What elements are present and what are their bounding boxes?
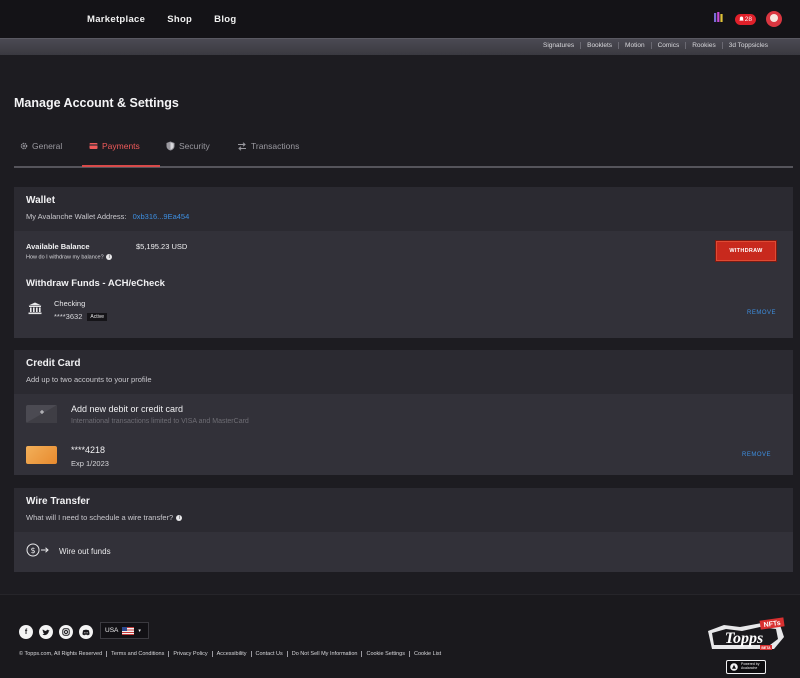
wallet-balance-section: Available Balance $5,195.23 USD How do I… xyxy=(14,231,793,338)
powered-by-avalanche-badge: Powered by Avalanche xyxy=(726,660,766,674)
subnav-comics[interactable]: Comics xyxy=(652,42,687,49)
page-title: Manage Account & Settings xyxy=(14,96,179,110)
add-card-icon xyxy=(26,405,57,423)
credit-card-title: Credit Card xyxy=(26,358,81,369)
withdraw-help-text: How do I withdraw my balance? xyxy=(26,254,104,261)
wire-title: Wire Transfer xyxy=(26,496,90,507)
nav-marketplace[interactable]: Marketplace xyxy=(87,14,145,25)
info-icon: i xyxy=(106,254,113,260)
wallet-address-label: My Avalanche Wallet Address: xyxy=(26,212,127,221)
tab-transactions[interactable]: Transactions xyxy=(237,141,299,151)
privacy-link[interactable]: Privacy Policy xyxy=(168,651,211,657)
bell-icon xyxy=(738,16,744,21)
us-flag-icon xyxy=(122,626,135,635)
cookie-list-link[interactable]: Cookie List xyxy=(409,651,445,657)
withdraw-help-link[interactable]: How do I withdraw my balance? i xyxy=(26,254,113,261)
top-navigation: Marketplace Shop Blog 28 xyxy=(0,0,800,38)
do-not-sell-link[interactable]: Do Not Sell My Information xyxy=(286,651,362,657)
subnav-signatures[interactable]: Signatures xyxy=(537,42,582,49)
contact-link[interactable]: Contact Us xyxy=(250,651,287,657)
transfer-arrows-icon xyxy=(238,141,246,151)
tab-security[interactable]: Security xyxy=(166,141,210,151)
active-tab-indicator xyxy=(82,165,160,167)
subnav-motion[interactable]: Motion xyxy=(619,42,652,49)
svg-text:BETA: BETA xyxy=(761,646,771,650)
wallet-address-row: My Avalanche Wallet Address: 0xb316...9E… xyxy=(26,212,189,221)
balance-value: $5,195.23 USD xyxy=(136,242,188,251)
avatar[interactable] xyxy=(766,11,782,27)
tab-transactions-label: Transactions xyxy=(251,141,300,151)
wire-out-funds: Wire out funds xyxy=(59,547,111,556)
card-number: ****4218 xyxy=(71,445,106,455)
subnav-items: Signatures Booklets Motion Comics Rookie… xyxy=(537,42,774,49)
header-actions: 28 xyxy=(713,10,782,28)
main-nav: Marketplace Shop Blog xyxy=(87,14,236,25)
nav-blog[interactable]: Blog xyxy=(214,14,236,25)
wire-question: What will I need to schedule a wire tran… xyxy=(26,513,174,522)
wallet-title: Wallet xyxy=(26,195,56,206)
add-card-note: International transactions limited to VI… xyxy=(71,418,249,425)
balance-label: Available Balance xyxy=(26,242,90,251)
wire-help-link[interactable]: What will I need to schedule a wire tran… xyxy=(26,513,183,522)
withdraw-funds-title: Withdraw Funds - ACH/eCheck xyxy=(26,278,165,289)
settings-tabs: General Payments Security Transactions xyxy=(14,127,793,168)
tab-general-label: General xyxy=(32,141,63,151)
subnav-booklets[interactable]: Booklets xyxy=(581,42,620,49)
collection-icon[interactable] xyxy=(713,10,725,28)
discord-icon[interactable] xyxy=(79,625,93,639)
add-card-title[interactable]: Add new debit or credit card xyxy=(71,404,183,414)
status-badge: Active xyxy=(87,313,107,322)
legal-links: © Topps.com, All Rights Reserved Terms a… xyxy=(19,651,445,657)
instagram-icon[interactable] xyxy=(59,625,73,639)
account-number-row: ****3632 Active xyxy=(54,312,107,322)
region-label: USA xyxy=(105,627,119,634)
notification-count: 28 xyxy=(744,15,752,23)
twitter-icon[interactable] xyxy=(39,625,53,639)
notification-badge[interactable]: 28 xyxy=(734,13,756,25)
info-icon: i xyxy=(176,515,183,522)
card-thumbnail xyxy=(26,446,57,464)
sub-navigation: Signatures Booklets Motion Comics Rookie… xyxy=(0,38,800,55)
dollar-arrow-icon: $ xyxy=(26,543,50,562)
subnav-rookies[interactable]: Rookies xyxy=(686,42,723,49)
credit-card-card: Credit Card Add up to two accounts to yo… xyxy=(14,350,793,475)
withdraw-button[interactable]: WITHDRAW xyxy=(716,241,776,261)
gear-icon xyxy=(20,142,28,150)
tab-payments[interactable]: Payments xyxy=(89,141,140,151)
facebook-icon[interactable]: f xyxy=(19,625,33,639)
remove-card-button[interactable]: REMOVE xyxy=(742,452,771,458)
powered-by-text: Powered by Avalanche xyxy=(741,662,760,670)
nav-shop[interactable]: Shop xyxy=(167,14,192,25)
credit-card-list: Add new debit or credit card Internation… xyxy=(14,394,793,475)
bank-icon xyxy=(28,302,42,320)
footer: f USA ▾ © Topps.com, All Rights Reserved… xyxy=(0,594,800,678)
credit-card-subtitle: Add up to two accounts to your profile xyxy=(26,375,152,384)
tab-payments-label: Payments xyxy=(102,141,140,151)
add-card-row[interactable] xyxy=(26,405,57,423)
subnav-3d-toppsicles[interactable]: 3d Toppsicles xyxy=(723,42,774,49)
account-number: ****3632 xyxy=(54,312,83,321)
avalanche-icon xyxy=(730,663,738,671)
terms-link[interactable]: Terms and Conditions xyxy=(106,651,168,657)
topps-logo[interactable]: Topps NFTs BETA xyxy=(704,615,788,657)
wallet-address-link[interactable]: 0xb316...9Ea454 xyxy=(133,212,190,221)
tab-security-label: Security xyxy=(179,141,210,151)
accessibility-link[interactable]: Accessibility xyxy=(211,651,251,657)
shield-icon xyxy=(166,141,175,151)
cookie-settings-link[interactable]: Cookie Settings xyxy=(361,651,409,657)
tab-general[interactable]: General xyxy=(20,141,62,151)
account-type: Checking xyxy=(54,299,86,308)
region-selector[interactable]: USA ▾ xyxy=(100,622,149,639)
wire-action-row[interactable]: $ Wire out funds xyxy=(14,532,793,572)
wire-transfer-card: Wire Transfer What will I need to schedu… xyxy=(14,488,793,572)
card-expiry: Exp 1/2023 xyxy=(71,459,109,468)
wallet-card: Wallet My Avalanche Wallet Address: 0xb3… xyxy=(14,187,793,338)
copyright-text: © Topps.com, All Rights Reserved xyxy=(19,651,103,657)
svg-text:Topps: Topps xyxy=(725,630,764,647)
remove-bank-button[interactable]: REMOVE xyxy=(747,310,776,316)
svg-text:$: $ xyxy=(30,546,35,555)
chevron-down-icon: ▾ xyxy=(138,627,141,634)
card-icon xyxy=(89,143,98,149)
